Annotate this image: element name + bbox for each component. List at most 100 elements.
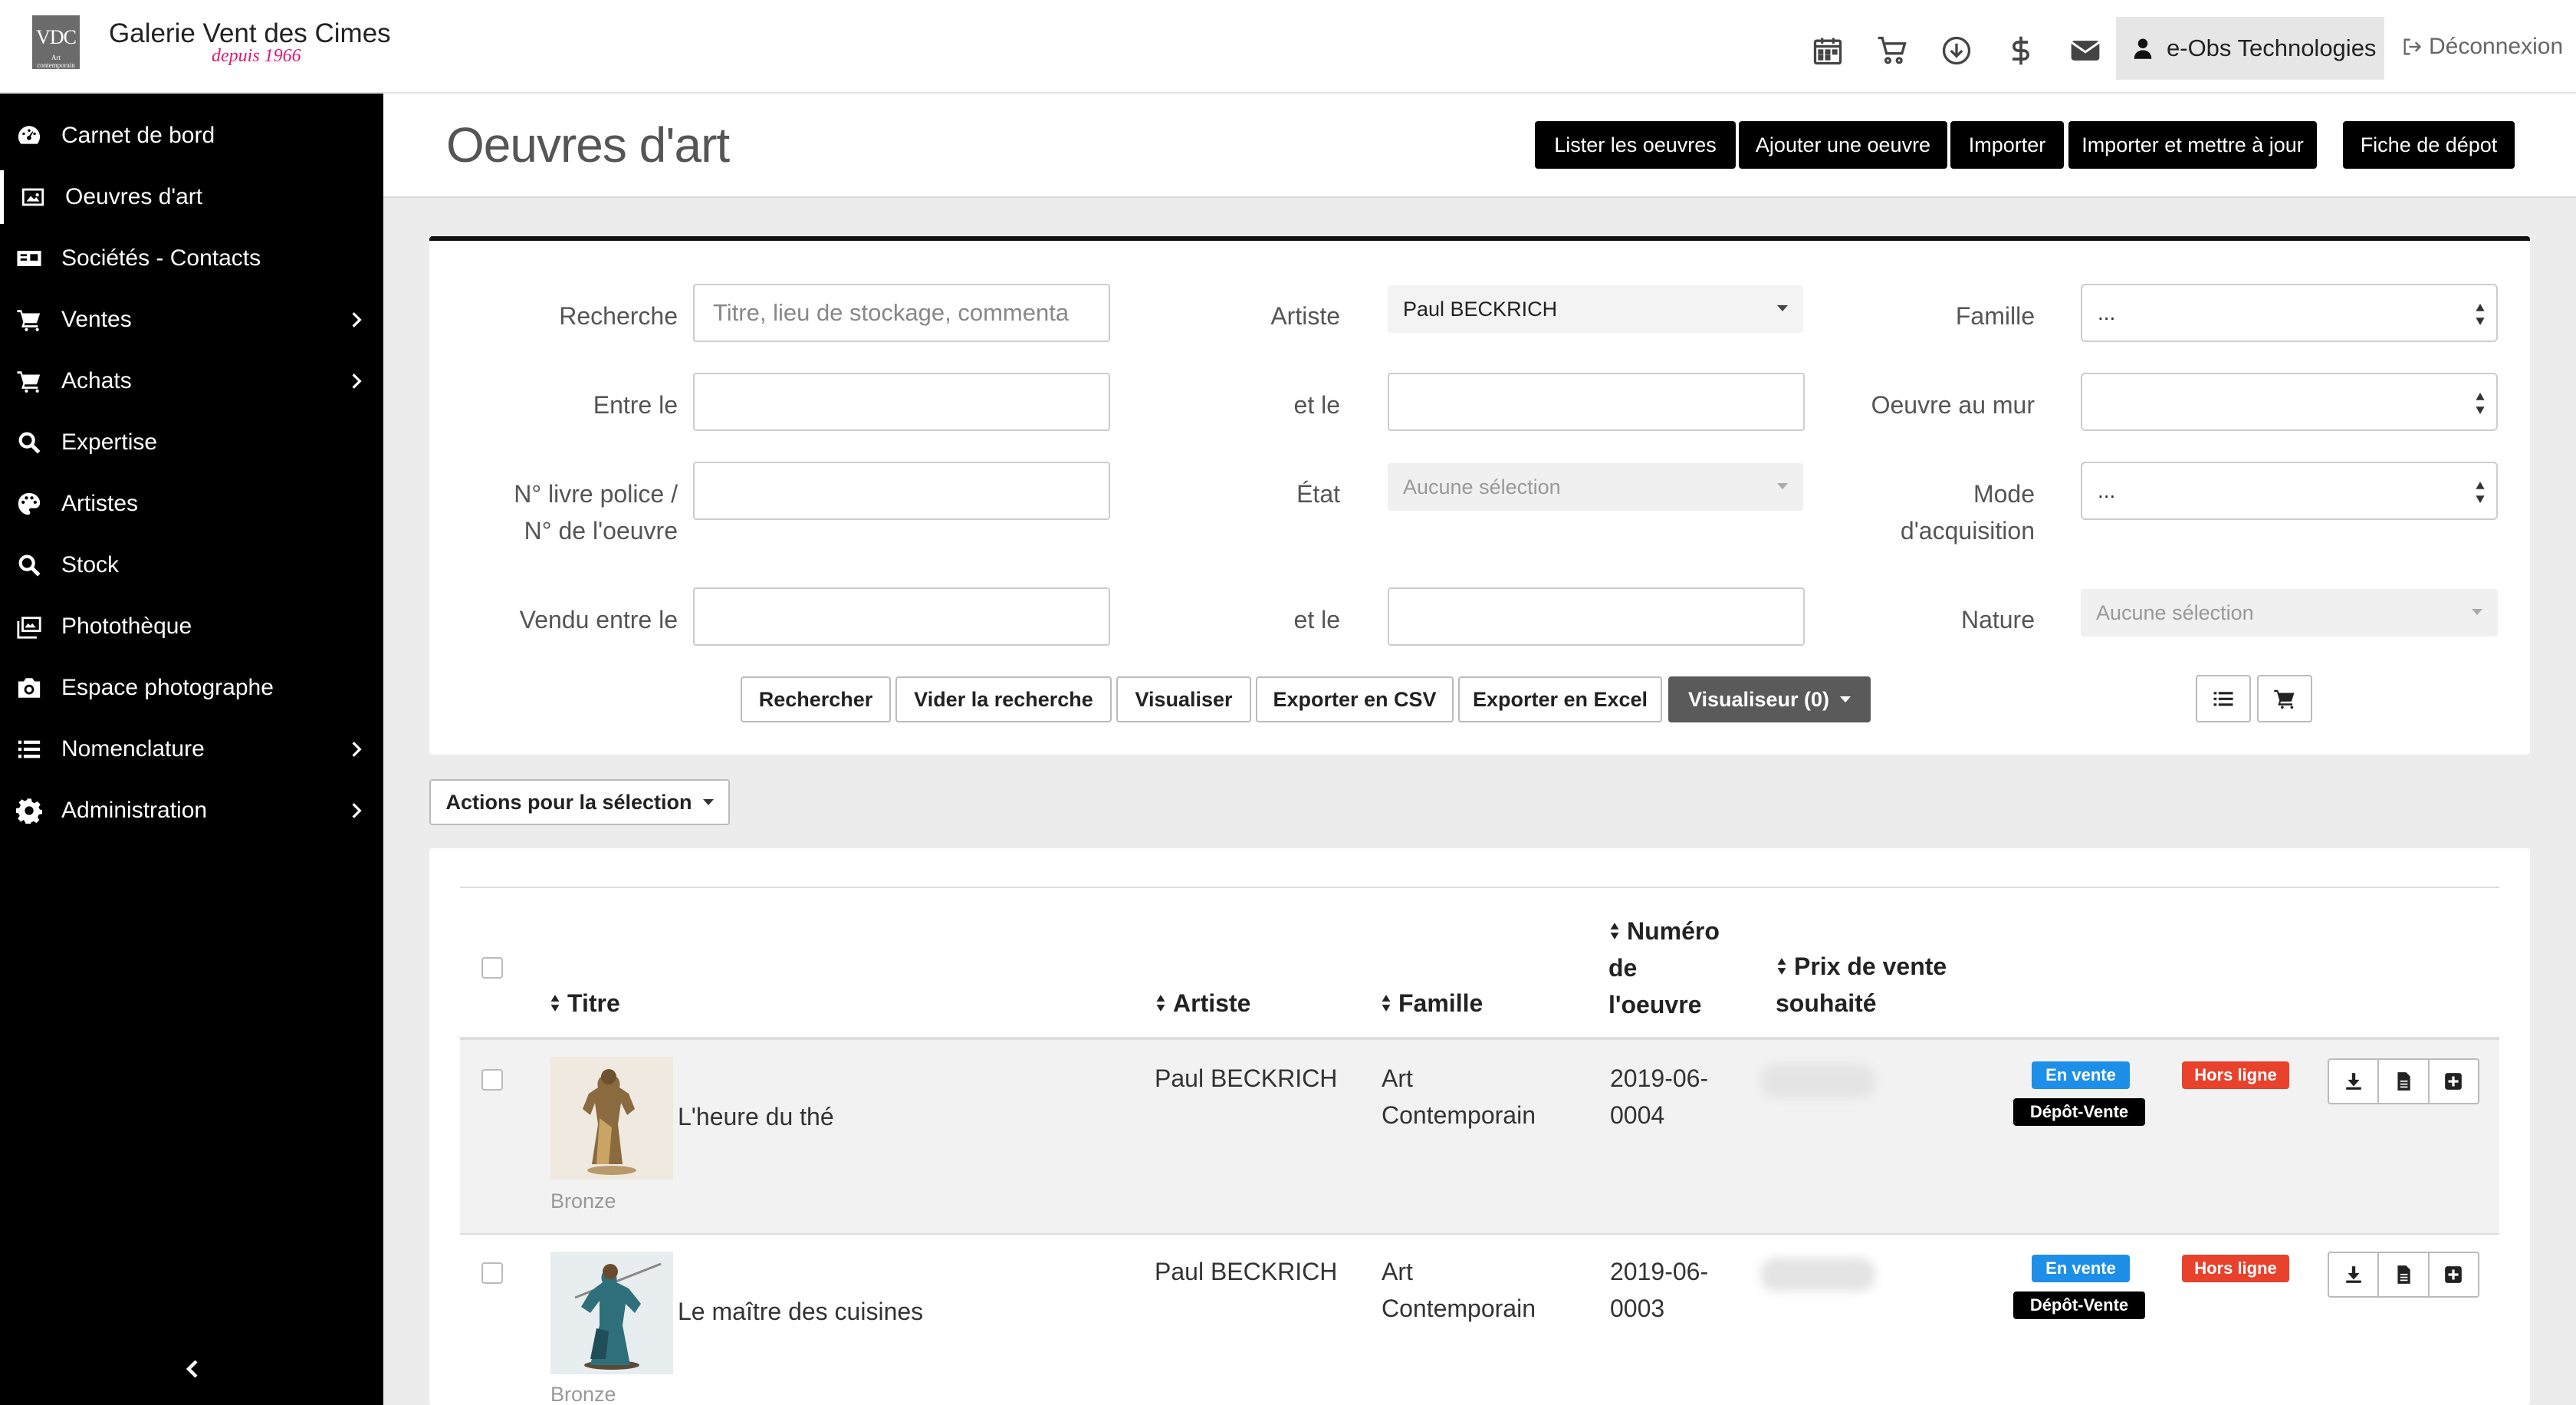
sold-end-date-input[interactable] [1388, 587, 1805, 646]
cart-icon [14, 307, 44, 333]
family-select[interactable]: ... [2081, 284, 2498, 342]
header-label: de [1608, 954, 1638, 982]
cart-icon [2274, 689, 2295, 709]
logout-button[interactable]: Déconnexion [2401, 34, 2563, 60]
artwork-artist: Paul BECKRICH [1155, 1064, 1338, 1092]
list-view-button[interactable] [2196, 675, 2251, 722]
download-button[interactable] [2329, 1253, 2380, 1296]
download-icon [2345, 1266, 2361, 1283]
document-icon [2397, 1072, 2410, 1091]
export-excel-button[interactable]: Exporter en Excel [1458, 676, 1662, 722]
top-bar: VDC Art contemporain Galerie Vent des Ci… [0, 0, 2576, 94]
mail-icon[interactable] [2068, 34, 2102, 67]
sort-icon [1382, 995, 1391, 1012]
user-menu-button[interactable]: e-Obs Technologies [2116, 17, 2384, 80]
start-date-input[interactable] [693, 373, 1110, 431]
acquisition-mode-select[interactable]: ... [2081, 462, 2498, 520]
sidebar-item-ventes[interactable]: Ventes [0, 293, 383, 347]
select-all-checkbox[interactable] [481, 957, 503, 979]
download-icon[interactable] [1940, 34, 1973, 67]
column-header-famille[interactable]: Famille [1380, 985, 1483, 1022]
preview-button[interactable]: Visualiser [1116, 676, 1251, 722]
clear-search-button[interactable]: Vider la recherche [895, 676, 1112, 722]
artwork-family-line2: Contemporain [1382, 1295, 1536, 1322]
sidebar-item-label: Sociétés - Contacts [61, 245, 261, 271]
selection-actions-button[interactable]: Actions pour la sélection [429, 779, 730, 825]
dashboard-icon [14, 123, 44, 149]
sort-icon [1777, 958, 1786, 975]
police-book-label: N° livre police / N° de l'oeuvre [460, 475, 678, 549]
state-select[interactable]: Aucune sélection [1388, 463, 1803, 511]
state-label: État [1296, 480, 1340, 508]
export-csv-button[interactable]: Exporter en CSV [1256, 676, 1454, 722]
viewer-dropdown-button[interactable]: Visualiseur (0) [1668, 676, 1871, 722]
row-checkbox[interactable] [481, 1069, 503, 1091]
list-artworks-button[interactable]: Lister les oeuvres [1535, 121, 1736, 169]
app-logo[interactable]: VDC Art contemporain [32, 15, 80, 69]
calendar-icon[interactable] [1811, 34, 1845, 67]
download-button[interactable] [2329, 1060, 2380, 1103]
between-date-label: Entre le [593, 391, 678, 419]
artwork-thumbnail[interactable] [550, 1057, 673, 1180]
search-button[interactable]: Rechercher [741, 676, 891, 722]
sidebar-item-artistes[interactable]: Artistes [0, 477, 383, 531]
artwork-title[interactable]: Le maître des cuisines [678, 1293, 923, 1330]
sidebar-item-carnet-de-bord[interactable]: Carnet de bord [0, 109, 383, 163]
end-date-input[interactable] [1388, 373, 1805, 431]
deposit-sheet-button[interactable]: Fiche de dépot [2343, 121, 2515, 169]
row-actions [2328, 1252, 2479, 1298]
column-header-artiste[interactable]: Artiste [1155, 985, 1250, 1022]
page-title: Oeuvres d'art [446, 117, 730, 173]
document-button[interactable] [2379, 1060, 2430, 1103]
app-title: Galerie Vent des Cimes [109, 18, 391, 48]
collapse-sidebar-icon[interactable] [181, 1357, 204, 1380]
row-actions [2328, 1058, 2479, 1104]
artwork-thumbnail[interactable] [550, 1252, 673, 1374]
sidebar-item-oeuvres-d-art[interactable]: Oeuvres d'art [0, 170, 383, 224]
row-checkbox[interactable] [481, 1262, 503, 1284]
list-icon [2213, 692, 2233, 706]
cart-icon [14, 368, 44, 394]
sidebar-item-label: Administration [61, 798, 208, 823]
price-blurred [1760, 1258, 1875, 1291]
sold-and-label: et le [1293, 606, 1340, 633]
wall-artwork-select[interactable] [2081, 373, 2498, 431]
artwork-title[interactable]: L'heure du thé [678, 1098, 834, 1135]
sidebar-item-label: Carnet de bord [61, 123, 215, 148]
camera-icon [14, 675, 44, 701]
sidebar-item-societes-contacts[interactable]: Sociétés - Contacts [0, 232, 383, 285]
import-update-button[interactable]: Importer et mettre à jour [2068, 121, 2317, 169]
sidebar-item-achats[interactable]: Achats [0, 354, 383, 408]
dollar-icon[interactable] [2004, 34, 2038, 67]
column-header-titre[interactable]: Titre [549, 985, 620, 1022]
sidebar-item-administration[interactable]: Administration [0, 784, 383, 837]
document-button[interactable] [2379, 1253, 2430, 1296]
add-button[interactable] [2430, 1060, 2478, 1103]
column-header-numero[interactable]: Numéro de l'oeuvre [1608, 913, 1720, 1023]
search-input[interactable]: Titre, lieu de stockage, commenta [693, 284, 1110, 342]
acquisition-mode-label: Mode d'acquisition [1886, 475, 2035, 549]
search-icon [14, 429, 44, 456]
sold-start-date-input[interactable] [693, 587, 1110, 646]
artist-select[interactable]: Paul BECKRICH [1388, 285, 1803, 333]
nature-select[interactable]: Aucune sélection [2081, 589, 2498, 637]
add-artwork-button[interactable]: Ajouter une oeuvre [1739, 121, 1947, 169]
acquisition-mode-value: ... [2098, 479, 2116, 502]
sidebar-item-nomenclature[interactable]: Nomenclature [0, 722, 383, 776]
police-book-input[interactable] [693, 462, 1110, 520]
sidebar-item-expertise[interactable]: Expertise [0, 416, 383, 469]
cart-view-button[interactable] [2257, 675, 2312, 722]
sidebar-item-phototheque[interactable]: Photothèque [0, 600, 383, 653]
column-header-prix[interactable]: Prix de vente souhaité [1776, 948, 1947, 1022]
acquisition-mode-label-line2: d'acquisition [1900, 517, 2035, 545]
sort-icon [550, 995, 560, 1012]
sidebar-item-label: Photothèque [61, 614, 192, 639]
import-button[interactable]: Importer [1950, 121, 2064, 169]
sidebar-item-stock[interactable]: Stock [0, 538, 383, 592]
police-book-label-line2: N° de l'oeuvre [524, 517, 678, 545]
updown-arrows-icon [2476, 304, 2485, 325]
sidebar-item-espace-photographe[interactable]: Espace photographe [0, 661, 383, 715]
add-button[interactable] [2430, 1253, 2478, 1296]
cart-icon[interactable] [1875, 34, 1909, 67]
plus-square-icon [2445, 1266, 2463, 1283]
